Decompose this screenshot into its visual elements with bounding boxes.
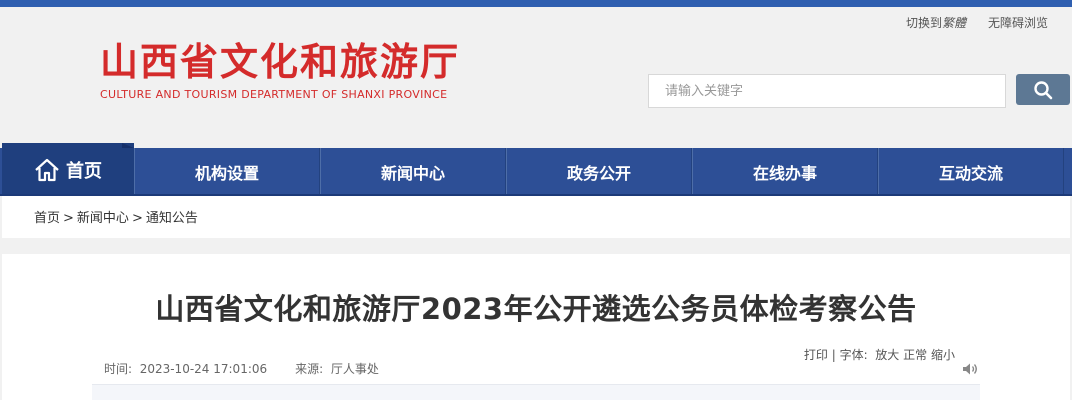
nav-home-fold [122,143,134,148]
switch-traditional-link[interactable]: 切换到繁體 [906,14,966,31]
breadcrumb-notices[interactable]: 通知公告 [146,211,198,226]
nav-item-government-affairs[interactable]: 政务公开 [506,148,692,196]
article-body [92,384,980,400]
nav-item-organization[interactable]: 机构设置 [134,148,320,196]
article-meta: 时间: 2023-10-24 17:01:06 来源: 厅人事处 [104,360,379,377]
article-source: 来源: 厅人事处 [295,362,379,376]
article-title: 山西省文化和旅游厅2023年公开遴选公务员体检考察公告 [155,292,917,326]
site-logo[interactable]: 山西省文化和旅游厅 CULTURE AND TOURISM DEPARTMENT… [100,38,460,101]
nav-item-news[interactable]: 新闻中心 [320,148,506,196]
breadcrumb-home[interactable]: 首页 [34,211,60,226]
article-tools: 打印 | 字体: 放大 正常 缩小 [804,346,955,363]
nav-home-label: 首页 [66,160,102,182]
search-button[interactable] [1016,74,1070,105]
home-icon [35,158,59,181]
font-small-button[interactable]: 缩小 [931,348,955,362]
breadcrumb-news[interactable]: 新闻中心 [77,211,129,226]
tools-divider: | [831,348,836,362]
nav-item-online-services[interactable]: 在线办事 [692,148,878,196]
search-input[interactable] [648,74,1006,108]
logo-chinese-name: 山西省文化和旅游厅 [100,39,461,84]
search-icon [1034,80,1053,99]
accessible-browsing-link[interactable]: 无障碍浏览 [988,14,1048,31]
nav-item-interaction[interactable]: 互动交流 [878,148,1064,196]
nav-home[interactable]: 首页 [2,143,134,196]
publish-time: 时间: 2023-10-24 17:01:06 [104,362,268,376]
breadcrumb-separator: > [63,211,74,226]
utility-links: 切换到繁體 无障碍浏览 [906,14,1048,31]
font-large-button[interactable]: 放大 [875,348,899,362]
print-button[interactable]: 打印 [804,348,828,362]
nav-items: 机构设置 新闻中心 政务公开 在线办事 互动交流 [134,148,1064,196]
logo-english-name: CULTURE AND TOURISM DEPARTMENT OF SHANXI… [100,88,448,101]
font-size-label: 字体: [839,348,868,362]
top-accent-bar [0,0,1072,7]
speaker-icon[interactable] [962,362,978,376]
breadcrumb-separator: > [131,211,143,226]
font-normal-button[interactable]: 正常 [903,348,927,362]
breadcrumb: 首页 > 新闻中心 > 通知公告 [34,207,198,226]
